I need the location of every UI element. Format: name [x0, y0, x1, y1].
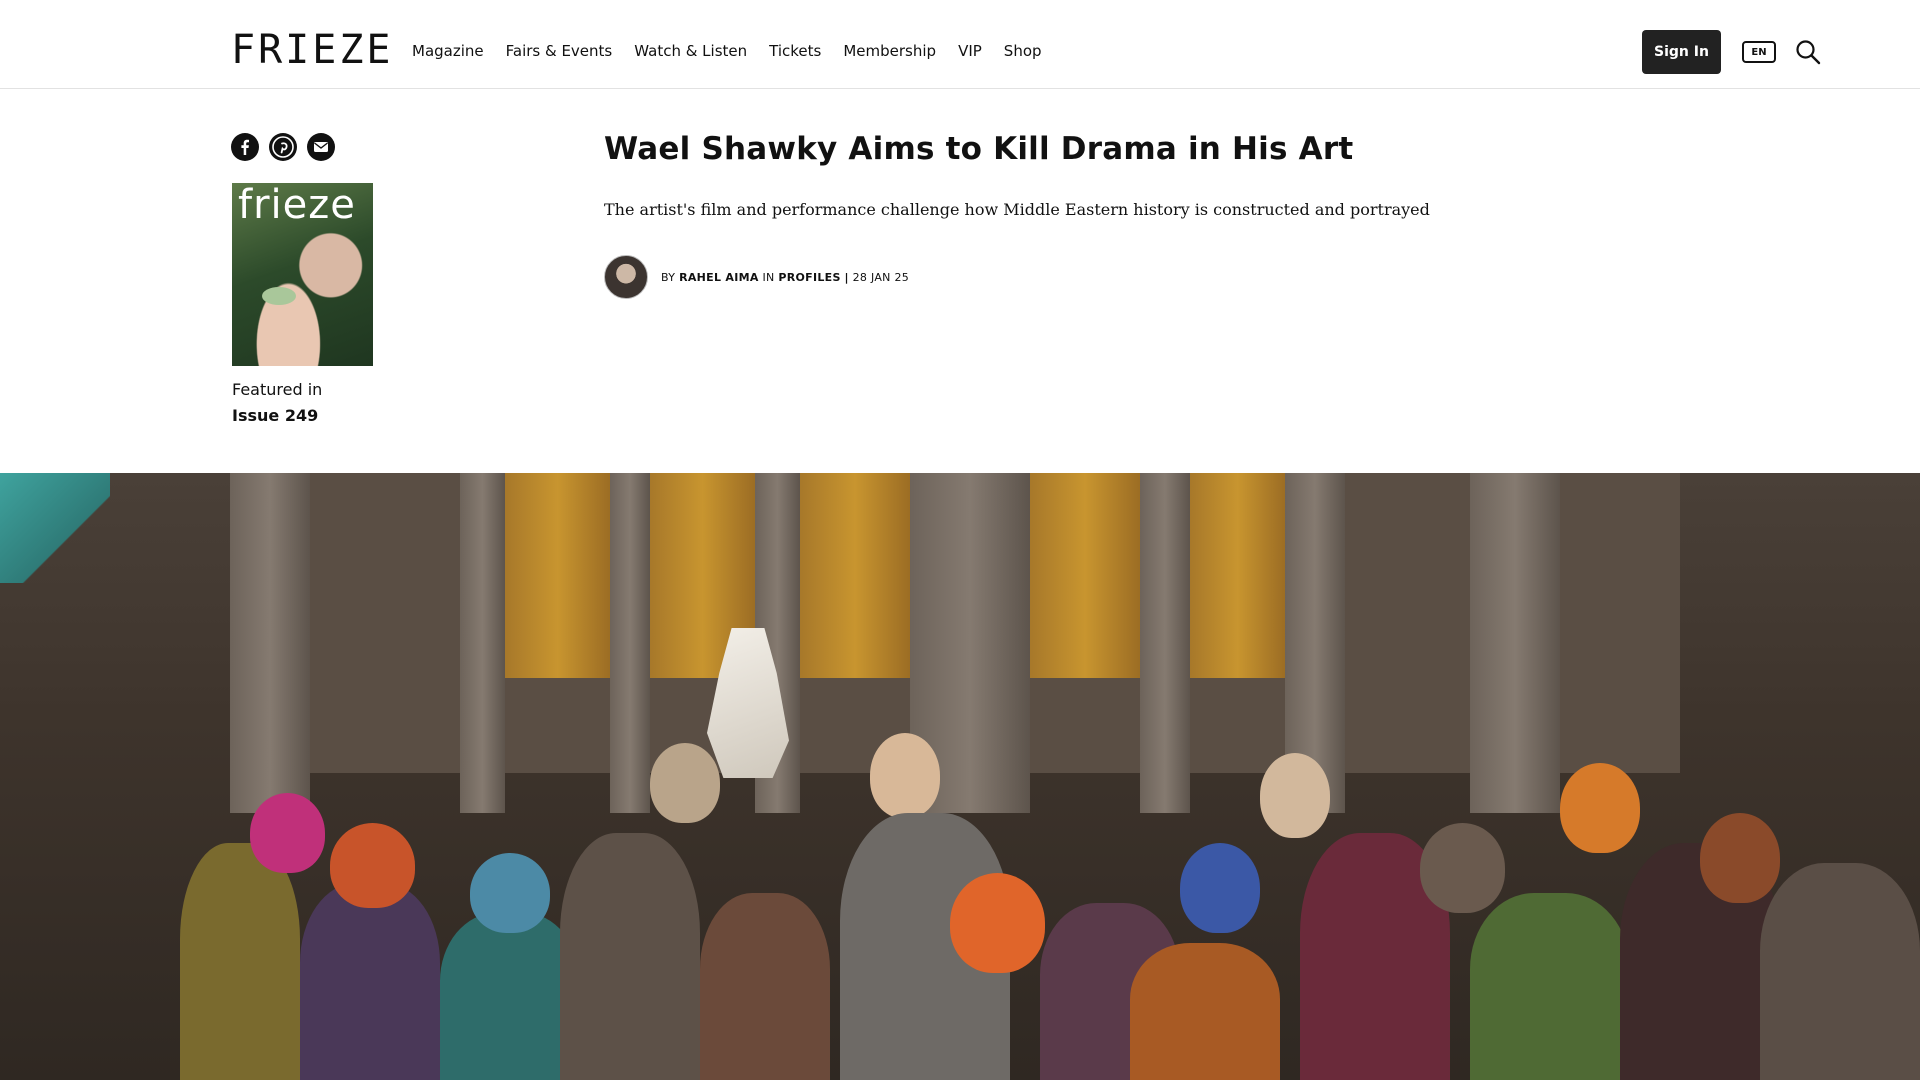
cover-frog-shape	[262, 287, 296, 305]
featured-in-label: Featured in	[232, 380, 323, 399]
puppet-head	[1700, 813, 1780, 903]
puppet-head	[1420, 823, 1505, 913]
section-link[interactable]: PROFILES	[778, 271, 840, 284]
share-bar	[231, 133, 335, 161]
puppet-body	[440, 913, 580, 1080]
nav-vip[interactable]: VIP	[958, 41, 982, 61]
hero-curtain	[505, 473, 610, 678]
issue-cover-image[interactable]: frieze	[232, 183, 373, 366]
puppet-head	[330, 823, 415, 908]
language-selector[interactable]: EN	[1742, 41, 1776, 63]
nav-watch-listen[interactable]: Watch & Listen	[634, 41, 747, 61]
nav-fairs-events[interactable]: Fairs & Events	[506, 41, 613, 61]
article-title: Wael Shawky Aims to Kill Drama in His Ar…	[604, 131, 1354, 167]
frieze-logo[interactable]: FRIEZE	[231, 30, 394, 70]
puppet-body	[1470, 893, 1630, 1080]
site-header: FRIEZE Magazine Fairs & Events Watch & L…	[0, 0, 1920, 89]
byline-separator: |	[844, 270, 849, 284]
puppet-body	[180, 843, 300, 1080]
nav-magazine[interactable]: Magazine	[412, 41, 484, 61]
puppet-head	[250, 793, 325, 873]
author-avatar[interactable]	[604, 255, 648, 299]
byline-in: IN	[762, 270, 775, 284]
puppet-head	[1560, 763, 1640, 853]
sign-in-button[interactable]: Sign In	[1642, 30, 1721, 74]
hero-curtain	[1190, 473, 1285, 678]
puppet-head	[950, 873, 1045, 973]
byline-by: BY	[661, 270, 676, 284]
article-subtitle: The artist's film and performance challe…	[604, 200, 1430, 219]
nav-membership[interactable]: Membership	[843, 41, 936, 61]
puppet-head	[1180, 843, 1260, 933]
hero-curtain	[800, 473, 910, 678]
hero-puppet-crowd	[0, 723, 1920, 1080]
puppet-body	[300, 883, 440, 1080]
nav-tickets[interactable]: Tickets	[769, 41, 821, 61]
facebook-icon[interactable]	[231, 133, 259, 161]
cover-masthead: frieze	[238, 183, 356, 228]
puppet-head	[650, 743, 720, 823]
puppet-head	[470, 853, 550, 933]
byline: BY RAHEL AIMA IN PROFILES | 28 JAN 25	[604, 255, 909, 299]
issue-link[interactable]: Issue 249	[232, 406, 318, 425]
puppet-head	[1260, 753, 1330, 838]
puppet-body	[1760, 863, 1920, 1080]
search-icon[interactable]	[1795, 39, 1821, 65]
author-link[interactable]: RAHEL AIMA	[679, 271, 759, 284]
puppet-body	[700, 893, 830, 1080]
hero-sky	[0, 473, 110, 583]
puppet-body	[1130, 943, 1280, 1080]
main-nav: Magazine Fairs & Events Watch & Listen T…	[412, 41, 1064, 61]
puppet-head	[870, 733, 940, 818]
hero-image	[0, 473, 1920, 1080]
nav-shop[interactable]: Shop	[1004, 41, 1042, 61]
hero-curtain	[1030, 473, 1140, 678]
article-date: 28 JAN 25	[852, 270, 910, 284]
email-icon[interactable]	[307, 133, 335, 161]
puppet-body	[560, 833, 700, 1080]
byline-text: BY RAHEL AIMA IN PROFILES | 28 JAN 25	[661, 271, 909, 284]
pinterest-icon[interactable]	[269, 133, 297, 161]
